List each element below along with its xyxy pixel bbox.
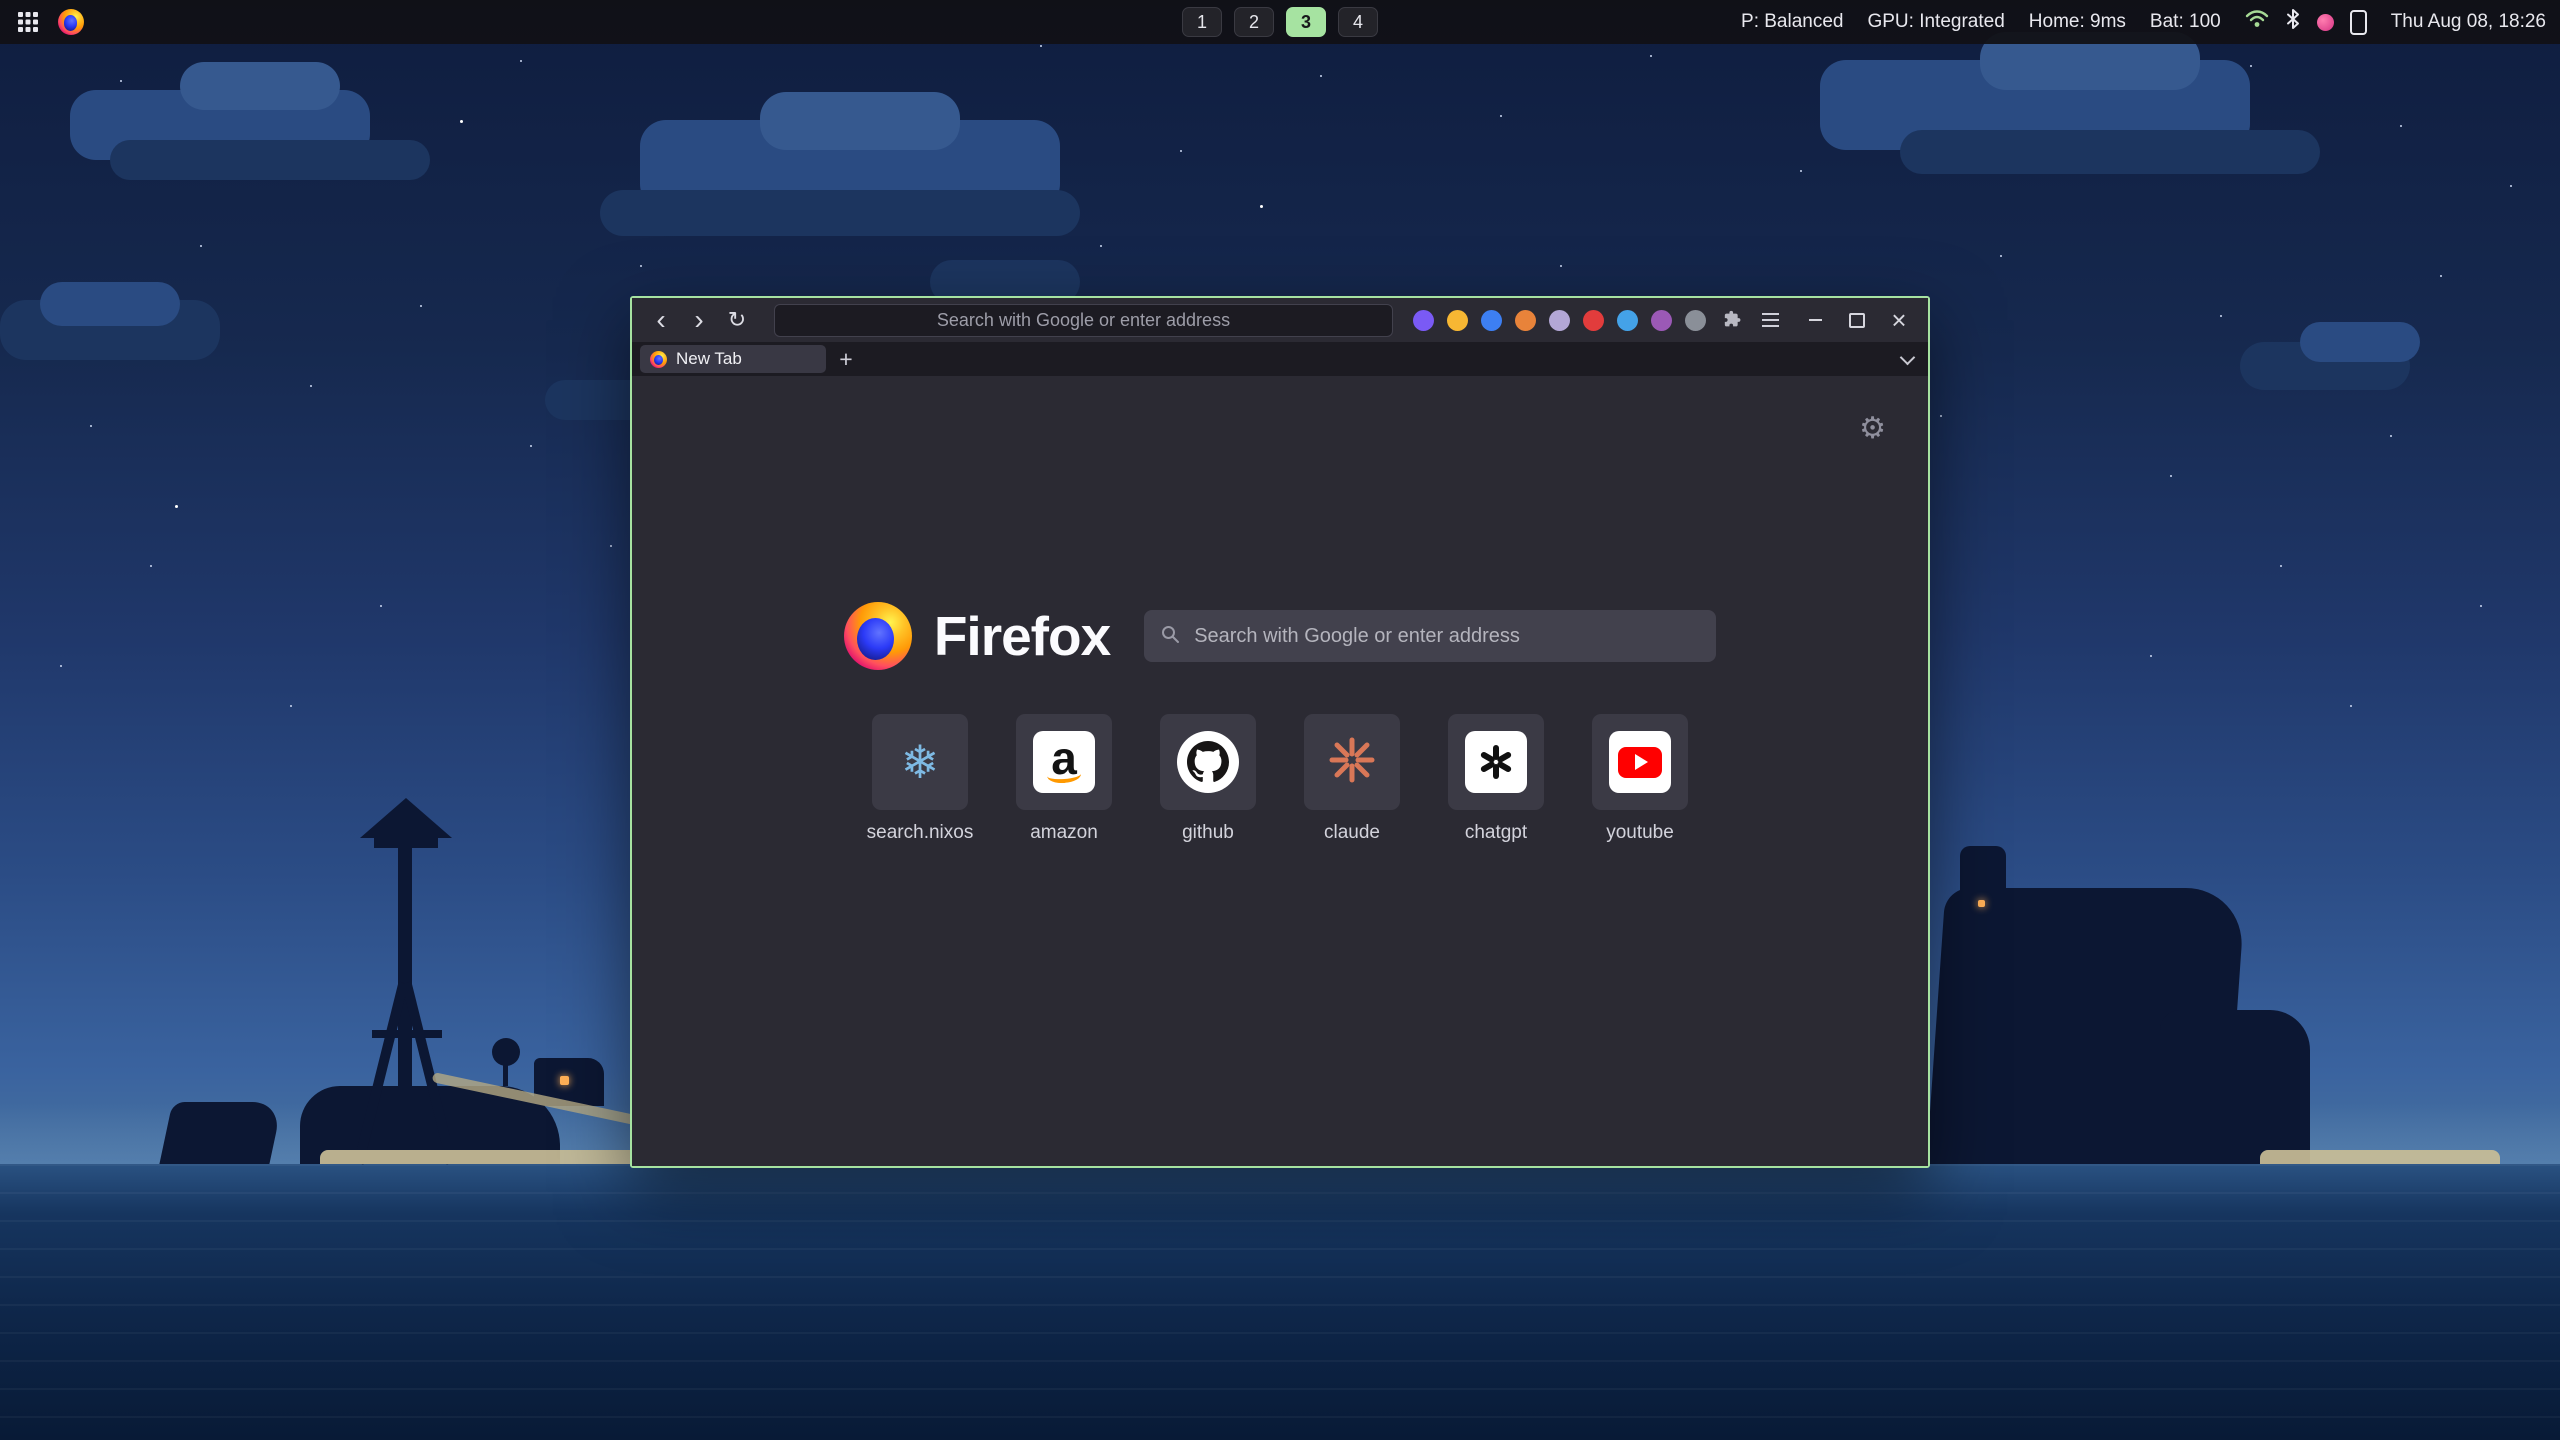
tab-list-chevron-icon[interactable]	[1894, 346, 1920, 372]
browser-toolbar: ‹ › ↻	[632, 298, 1928, 342]
shortcut-chatgpt[interactable]: chatgpt	[1448, 714, 1544, 844]
extension-purple-icon[interactable]	[1413, 310, 1434, 331]
battery-module: Bat: 100	[2150, 11, 2221, 33]
tab-title: New Tab	[676, 349, 742, 369]
extension-blue-icon[interactable]	[1481, 310, 1502, 331]
tab-strip: New Tab +	[632, 342, 1928, 376]
extension-lavender-icon[interactable]	[1549, 310, 1570, 331]
newtab-search-bar[interactable]	[1144, 610, 1716, 662]
workspace-2[interactable]: 2	[1234, 7, 1274, 37]
ping-module: Home: 9ms	[2029, 11, 2126, 33]
top-bar: 1 2 3 4 P: Balanced GPU: Integrated Home…	[0, 0, 2560, 44]
shortcut-label: chatgpt	[1465, 822, 1527, 844]
new-tab-page: ⚙ Firefox ❄	[632, 376, 1928, 1166]
extension-orange-icon[interactable]	[1515, 310, 1536, 331]
ocean	[0, 1164, 2560, 1440]
claude-starburst-icon	[1328, 736, 1376, 789]
extension-cyan-icon[interactable]	[1617, 310, 1638, 331]
chatgpt-knot-icon	[1465, 731, 1527, 793]
workspace-3-active[interactable]: 3	[1286, 7, 1326, 37]
tab-new-tab[interactable]: New Tab	[640, 345, 826, 373]
gpu-module: GPU: Integrated	[1867, 11, 2004, 33]
amazon-icon: a	[1033, 731, 1095, 793]
nixos-snowflake-icon: ❄	[901, 735, 940, 789]
firefox-window: ‹ › ↻	[630, 296, 1930, 1168]
close-button[interactable]: ×	[1888, 309, 1910, 331]
extension-gray-icon[interactable]	[1685, 310, 1706, 331]
newtab-hero: Firefox	[632, 602, 1928, 670]
extension-violet-icon[interactable]	[1651, 310, 1672, 331]
firefox-taskbar-icon[interactable]	[58, 9, 84, 35]
maximize-button[interactable]	[1846, 309, 1868, 331]
shortcut-label: claude	[1324, 822, 1380, 844]
watchtower-roof	[360, 798, 452, 838]
power-profile-module: P: Balanced	[1741, 11, 1843, 33]
shortcut-tiles: ❄ search.nixos a amazon	[632, 714, 1928, 844]
app-launcher-icon[interactable]	[16, 10, 40, 34]
firefox-logo	[844, 602, 912, 670]
personalize-gear-icon[interactable]: ⚙	[1859, 414, 1886, 444]
tab-favicon	[650, 351, 667, 368]
device-icon[interactable]	[2350, 10, 2367, 35]
url-input[interactable]	[775, 304, 1392, 337]
shortcut-youtube[interactable]: youtube	[1592, 714, 1688, 844]
minimize-button[interactable]	[1804, 309, 1826, 331]
back-button[interactable]: ‹	[644, 303, 678, 337]
workspace-switcher: 1 2 3 4	[1182, 7, 1378, 37]
github-octocat-icon	[1177, 731, 1239, 793]
workspace-4[interactable]: 4	[1338, 7, 1378, 37]
color-indicator-icon[interactable]	[2317, 14, 2334, 31]
menu-hamburger-icon[interactable]	[1754, 304, 1786, 336]
extensions-puzzle-icon[interactable]	[1718, 304, 1750, 336]
youtube-icon	[1609, 731, 1671, 793]
firefox-wordmark: Firefox	[934, 604, 1110, 668]
reload-button[interactable]: ↻	[720, 303, 754, 337]
system-tray	[2245, 8, 2367, 36]
shortcut-label: github	[1182, 822, 1234, 844]
newtab-search-input[interactable]	[1192, 624, 1700, 649]
window-controls: ×	[1804, 309, 1916, 331]
shortcut-claude[interactable]: claude	[1304, 714, 1400, 844]
shortcut-label: youtube	[1606, 822, 1674, 844]
shortcut-search-nixos[interactable]: ❄ search.nixos	[872, 714, 968, 844]
forward-button[interactable]: ›	[682, 303, 716, 337]
new-tab-button[interactable]: +	[832, 345, 860, 373]
bluetooth-icon[interactable]	[2285, 8, 2301, 36]
extension-icons	[1413, 310, 1706, 331]
shortcut-label: search.nixos	[867, 822, 974, 844]
url-bar[interactable]	[774, 304, 1393, 337]
wifi-icon[interactable]	[2245, 9, 2269, 35]
workspace-1[interactable]: 1	[1182, 7, 1222, 37]
extension-moon-icon[interactable]	[1447, 310, 1468, 331]
extension-red-icon[interactable]	[1583, 310, 1604, 331]
clock: Thu Aug 08, 18:26	[2391, 11, 2546, 33]
search-icon	[1160, 624, 1180, 649]
shortcut-amazon[interactable]: a amazon	[1016, 714, 1112, 844]
desktop: 1 2 3 4 P: Balanced GPU: Integrated Home…	[0, 0, 2560, 1440]
shortcut-github[interactable]: github	[1160, 714, 1256, 844]
shortcut-label: amazon	[1030, 822, 1098, 844]
